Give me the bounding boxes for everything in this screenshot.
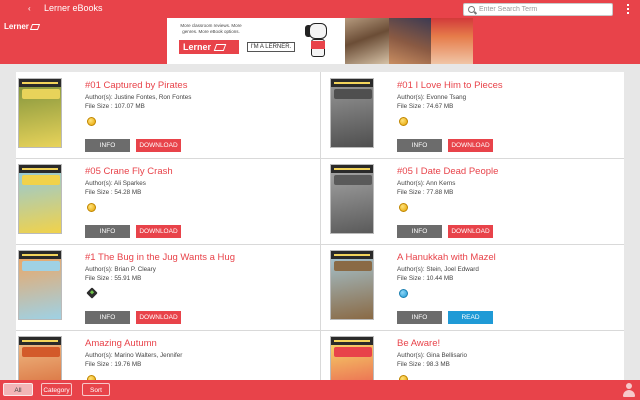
download-button[interactable]: DOWNLOAD — [136, 311, 181, 324]
book-authors: Author(s): Stein, Joel Edward — [397, 266, 479, 273]
book-card[interactable]: #1 The Bug in the Jug Wants a Hug Author(… — [16, 244, 312, 328]
download-button[interactable]: DOWNLOAD — [136, 225, 181, 238]
gold-coin-icon — [399, 117, 408, 126]
book-title[interactable]: #05 I Date Dead People — [397, 166, 498, 177]
book-title[interactable]: #05 Crane Fly Crash — [85, 166, 173, 177]
book-cover[interactable] — [18, 164, 62, 234]
book-cover[interactable] — [18, 336, 62, 380]
user-icon[interactable] — [622, 383, 636, 397]
banner-photo-girl — [431, 18, 473, 64]
tab-category[interactable]: Category — [41, 383, 72, 396]
banner-photo-reader — [345, 18, 389, 64]
book-file-size: File Size : 10.44 MB — [397, 275, 454, 282]
book-authors: Author(s): Marino Walters, Jennifer — [85, 352, 183, 359]
info-button[interactable]: INFO — [397, 225, 442, 238]
info-button[interactable]: INFO — [397, 311, 442, 324]
book-authors: Author(s): Gina Bellisario — [397, 352, 467, 359]
book-card[interactable]: #01 Captured by Pirates Author(s): Justin… — [16, 72, 312, 156]
book-file-size: File Size : 98.3 MB — [397, 361, 450, 368]
book-authors: Author(s): Brian P. Cleary — [85, 266, 156, 273]
book-cover[interactable] — [330, 78, 374, 148]
book-list[interactable]: #01 Captured by Pirates Author(s): Justin… — [16, 72, 624, 380]
book-card[interactable]: Be Aware! Author(s): Gina Bellisario File … — [328, 330, 624, 380]
book-file-size: File Size : 77.88 MB — [397, 189, 454, 196]
book-title[interactable]: Amazing Autumn — [85, 338, 157, 349]
book-card[interactable]: #05 I Date Dead People Author(s): Ann Ker… — [328, 158, 624, 242]
info-button[interactable]: INFO — [85, 139, 130, 152]
app-title: Lerner eBooks — [44, 3, 103, 13]
banner-slogan: I'M A LERNER. — [247, 42, 295, 52]
book-file-size: File Size : 55.91 MB — [85, 275, 142, 282]
book-authors: Author(s): Justine Fontes, Ron Fontes — [85, 94, 192, 101]
tab-sort[interactable]: Sort — [82, 383, 110, 396]
lerner-logo: Lerner — [4, 22, 40, 31]
overflow-menu-icon[interactable] — [626, 4, 630, 14]
dog-mascot-icon — [299, 21, 339, 61]
banner-logo: Lerner — [179, 40, 239, 54]
blue-coin-icon — [399, 289, 408, 298]
app-icon[interactable]: ‹ — [28, 4, 31, 13]
book-card[interactable]: #01 I Love Him to Pieces Author(s): Evonn… — [328, 72, 624, 156]
book-authors: Author(s): Ann Kerns — [397, 180, 456, 187]
read-button[interactable]: READ — [448, 311, 493, 324]
book-cover[interactable] — [18, 250, 62, 320]
search-box[interactable] — [463, 3, 613, 16]
banner-tagline: More classroom reviews. More genres. Mor… — [180, 23, 242, 34]
gold-coin-icon — [87, 117, 96, 126]
book-card[interactable]: #05 Crane Fly Crash Author(s): Ali Sparke… — [16, 158, 312, 242]
gold-coin-icon — [87, 203, 96, 212]
book-title[interactable]: A Hanukkah with Mazel — [397, 252, 496, 263]
book-title[interactable]: Be Aware! — [397, 338, 440, 349]
search-icon — [468, 6, 475, 13]
download-button[interactable]: DOWNLOAD — [448, 225, 493, 238]
epub-icon — [86, 287, 98, 299]
book-cover[interactable] — [330, 336, 374, 380]
info-button[interactable]: INFO — [397, 139, 442, 152]
book-card[interactable]: A Hanukkah with Mazel Author(s): Stein, J… — [328, 244, 624, 328]
column-divider — [320, 72, 321, 380]
hero-banner-area: Lerner More classroom reviews. More genr… — [0, 18, 640, 64]
info-button[interactable]: INFO — [85, 311, 130, 324]
banner-photo-boy — [389, 18, 431, 64]
promo-banner[interactable]: More classroom reviews. More genres. Mor… — [167, 18, 473, 64]
download-button[interactable]: DOWNLOAD — [136, 139, 181, 152]
search-input[interactable] — [479, 4, 609, 15]
book-cover[interactable] — [18, 78, 62, 148]
gold-coin-icon — [399, 203, 408, 212]
book-title[interactable]: #01 Captured by Pirates — [85, 80, 187, 91]
download-button[interactable]: DOWNLOAD — [448, 139, 493, 152]
book-file-size: File Size : 19.76 MB — [85, 361, 142, 368]
book-title[interactable]: #01 I Love Him to Pieces — [397, 80, 503, 91]
book-authors: Author(s): Evonne Tsang — [397, 94, 467, 101]
book-authors: Author(s): Ali Sparkes — [85, 180, 146, 187]
book-title[interactable]: #1 The Bug in the Jug Wants a Hug — [85, 252, 235, 263]
tab-all[interactable]: All — [3, 383, 33, 396]
book-file-size: File Size : 107.07 MB — [85, 103, 145, 110]
book-file-size: File Size : 74.67 MB — [397, 103, 454, 110]
top-bar: ‹ Lerner eBooks — [0, 0, 640, 18]
bottom-bar: All Category Sort — [0, 380, 640, 400]
book-card[interactable]: Amazing Autumn Author(s): Marino Walters,… — [16, 330, 312, 380]
book-file-size: File Size : 54.28 MB — [85, 189, 142, 196]
book-cover[interactable] — [330, 164, 374, 234]
info-button[interactable]: INFO — [85, 225, 130, 238]
book-cover[interactable] — [330, 250, 374, 320]
